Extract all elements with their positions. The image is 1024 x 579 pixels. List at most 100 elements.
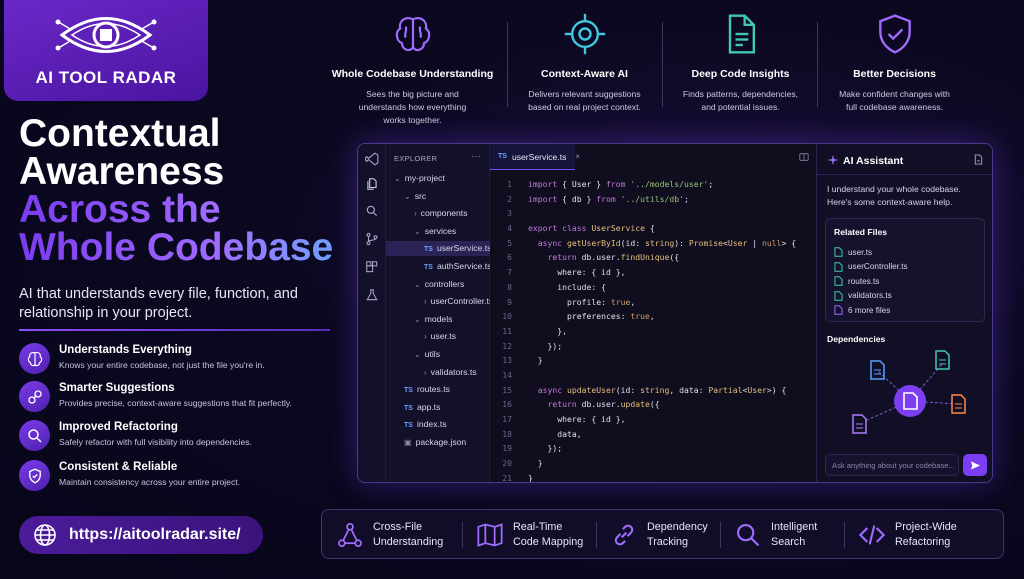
- line-number: 15: [502, 384, 512, 395]
- code-text: include: {: [528, 281, 606, 292]
- explorer-panel: EXPLORER ··· ⌄ my-project ⌄ src › components ⌄…: [386, 144, 493, 482]
- feature-desc: Provides precise, context-aware suggesti…: [59, 398, 292, 408]
- related-file-item[interactable]: userController.ts: [834, 261, 908, 272]
- feature-desc: Knows your entire codebase, not just the…: [59, 360, 265, 370]
- send-icon: [970, 460, 980, 470]
- tree-item[interactable]: ⌄ controllers: [414, 279, 464, 289]
- feature-title: Smarter Suggestions: [59, 382, 175, 394]
- tree-item[interactable]: › components: [414, 208, 468, 218]
- related-file-item[interactable]: validators.ts: [834, 290, 892, 301]
- source-control-icon[interactable]: [365, 232, 379, 246]
- tree-item[interactable]: TS routes.ts: [404, 384, 450, 394]
- divider: [817, 174, 992, 175]
- capability-intelligent-search: Intelligent Search: [734, 510, 817, 560]
- tree-item-label: validators.ts: [430, 366, 477, 377]
- close-icon[interactable]: ×: [575, 152, 580, 161]
- feature-desc: Safely refactor with full visibility int…: [59, 437, 252, 447]
- tree-item-label: userController.ts: [430, 296, 494, 307]
- feature-title: Understands Everything: [59, 344, 192, 356]
- code-line: 9 profile: true,: [490, 295, 816, 310]
- top-feature-title: Deep Code Insights: [691, 68, 790, 80]
- chevron-down-icon: ⌄: [414, 226, 421, 236]
- tree-item[interactable]: TS app.ts: [404, 402, 440, 412]
- ts-file-icon: TS: [404, 387, 413, 395]
- tree-item[interactable]: ⌄ utils: [414, 349, 440, 359]
- search-icon[interactable]: [365, 204, 379, 218]
- capability-label: Understanding: [373, 536, 444, 548]
- capability-label: Cross-File: [373, 521, 423, 533]
- top-feature-desc: Delivers relevant suggestions based on r…: [528, 89, 641, 112]
- line-number: 5: [507, 237, 512, 248]
- code-text: import { User } from '../models/user';: [528, 179, 714, 189]
- separator: [817, 22, 818, 107]
- related-files-title: Related Files: [834, 227, 888, 237]
- tree-item[interactable]: ⌄ models: [414, 314, 452, 324]
- top-feature-title: Context-Aware AI: [541, 68, 628, 80]
- tree-item[interactable]: ⌄ my-project: [394, 173, 445, 183]
- feature-consistent-reliable: Consistent & Reliable Maintain consisten…: [19, 460, 339, 496]
- related-file-item[interactable]: routes.ts: [834, 276, 879, 286]
- feature-desc: Maintain consistency across your entire …: [59, 477, 241, 487]
- assistant-title: AI Assistant: [843, 155, 904, 167]
- tab-userservice[interactable]: TS userService.ts ×: [490, 144, 580, 170]
- extensions-icon[interactable]: [365, 260, 379, 274]
- title-line-1: Contextual: [19, 112, 221, 155]
- tree-item[interactable]: › validators.ts: [424, 367, 477, 377]
- capability-label: Real-Time: [513, 521, 563, 533]
- flask-icon[interactable]: [365, 288, 379, 302]
- tree-item[interactable]: TS index.ts: [404, 419, 447, 429]
- tree-item-label: package.json: [415, 437, 467, 447]
- ts-badge: TS: [498, 153, 507, 160]
- chevron-down-icon: ⌄: [414, 314, 421, 324]
- activity-bar: [358, 144, 386, 482]
- feature-smarter-suggestions: Smarter Suggestions Provides precise, co…: [19, 381, 339, 417]
- tree-item[interactable]: TS authService.ts: [424, 261, 491, 271]
- tree-item[interactable]: › user.ts: [424, 331, 456, 341]
- tree-item[interactable]: ▣ package.json: [404, 437, 466, 447]
- website-link[interactable]: https://aitoolradar.site/: [19, 516, 263, 554]
- line-number: 14: [502, 369, 512, 380]
- related-file-item[interactable]: 6 more files: [834, 305, 890, 315]
- related-file-item[interactable]: user.ts: [834, 247, 872, 257]
- line-number: 7: [507, 267, 512, 278]
- explorer-menu-icon[interactable]: ···: [471, 151, 481, 162]
- capability-label: Intelligent: [771, 521, 818, 533]
- tree-item[interactable]: ⌄ src: [404, 191, 426, 201]
- code-line: 20 }: [490, 456, 816, 471]
- file-icon: [834, 290, 843, 301]
- capabilities-bar: Cross-File Understanding Real-Time Code Ma…: [321, 509, 1004, 559]
- map-icon: [477, 523, 503, 547]
- new-chat-icon[interactable]: [973, 154, 984, 165]
- code-line: 7 where: { id },: [490, 265, 816, 280]
- code-line: 2 import { db } from '../utils/db';: [490, 192, 816, 207]
- split-editor-icon[interactable]: [799, 152, 809, 162]
- link-icon: [19, 381, 50, 412]
- capability-label: Code Mapping: [513, 536, 584, 548]
- separator: [507, 22, 508, 107]
- tree-item[interactable]: TS userService.ts: [424, 243, 491, 253]
- code-icon: [858, 525, 886, 545]
- code-text: });: [528, 443, 563, 454]
- top-feature-whole-codebase: Whole Codebase Understanding Sees the bi…: [330, 12, 495, 127]
- line-number: 12: [502, 340, 512, 351]
- tree-item[interactable]: › userController.ts: [424, 296, 493, 306]
- tree-item[interactable]: ⌄ services: [414, 226, 456, 236]
- code-line: 13 }: [490, 353, 816, 368]
- files-icon[interactable]: [365, 177, 379, 191]
- feature-title: Consistent & Reliable: [59, 461, 178, 473]
- related-file-label: routes.ts: [848, 276, 880, 286]
- line-number: 9: [507, 296, 512, 307]
- related-files-card: Related Files user.ts userController.ts ro…: [825, 218, 985, 322]
- separator: [662, 22, 663, 107]
- line-number: 2: [507, 193, 512, 204]
- code-text: profile: true,: [528, 296, 636, 307]
- code-lines[interactable]: 1 import { User } from '../models/user'; 2…: [490, 177, 816, 482]
- line-number: 11: [502, 325, 512, 336]
- ask-input[interactable]: Ask anything about your codebase...: [825, 454, 959, 476]
- send-button[interactable]: [963, 454, 987, 476]
- code-text: return db.user.update({: [547, 399, 660, 410]
- capability-label: Tracking: [647, 536, 688, 548]
- code-text: export class UserService {: [528, 223, 655, 234]
- file-icon: [834, 247, 843, 257]
- code-text: }: [528, 458, 543, 469]
